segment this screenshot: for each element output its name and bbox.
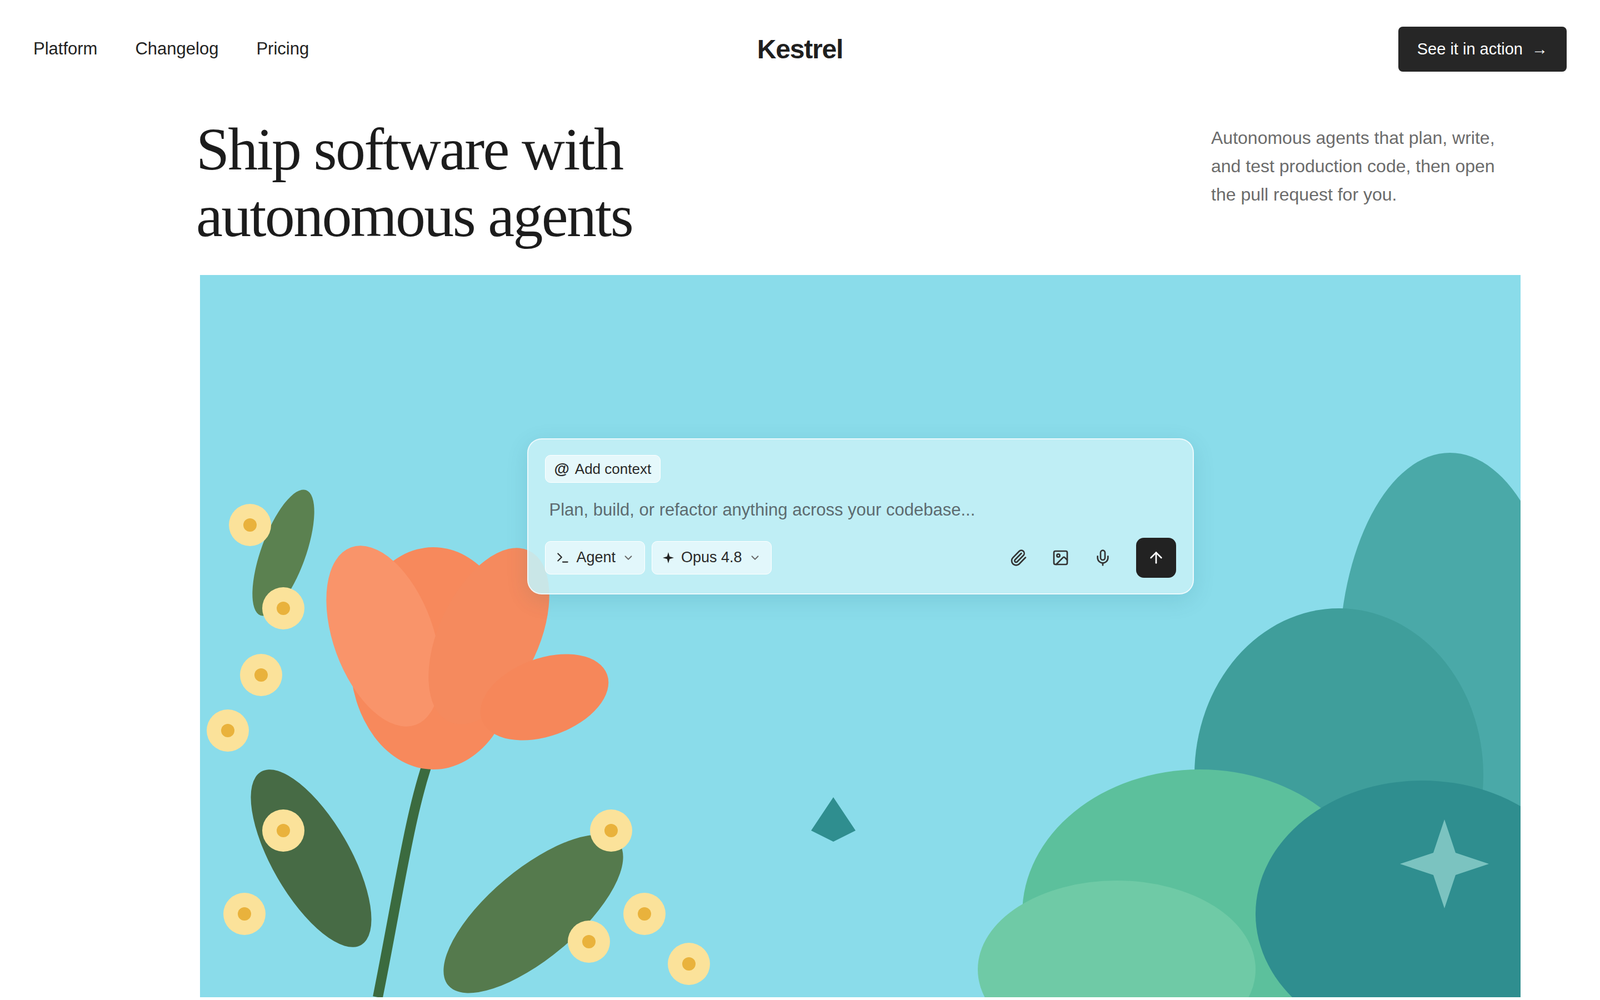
arrow-icon: → [1531,37,1548,62]
brand-logo[interactable]: Kestrel [544,29,1056,70]
model-select[interactable]: Opus 4.8 [651,541,772,575]
hero-title: Ship software withautonomous agents [196,116,633,250]
nav-link[interactable]: Pricing [256,36,309,63]
chevron-down-icon [622,551,635,564]
prompt-box: @Add context AgentOpus 4.8 [527,438,1194,595]
prompt-input[interactable] [545,495,1177,526]
garden-illustration-icon [200,275,1521,998]
sparkle-icon [662,551,675,564]
at-icon: @ [554,457,570,481]
hero-subtitle: Autonomous agents that plan, write, and … [1211,116,1523,250]
landing-page: Platform Changelog Pricing Kestrel See it in… [0,0,1600,1000]
chevron-down-icon [748,551,762,564]
mode-select[interactable]: Agent [545,541,646,575]
paperclip-icon[interactable] [1009,548,1028,567]
top-nav: Platform Changelog Pricing Kestrel See it in… [0,0,1600,72]
cta-button[interactable]: See it in action→ [1398,26,1567,72]
nav-links: Platform Changelog Pricing [33,36,545,63]
add-context-chip[interactable]: @Add context [545,455,662,483]
hero: Ship software withautonomous agents Auton… [0,71,1600,250]
arrow-up-icon [1147,548,1165,567]
send-button[interactable] [1136,537,1177,578]
microphone-icon[interactable] [1093,548,1112,567]
terminal-icon [555,550,570,565]
image-icon[interactable] [1051,548,1070,567]
nav-link[interactable]: Changelog [135,36,219,63]
hero-image: @Add context AgentOpus 4.8 [200,275,1521,998]
nav-link[interactable]: Platform [33,36,98,63]
